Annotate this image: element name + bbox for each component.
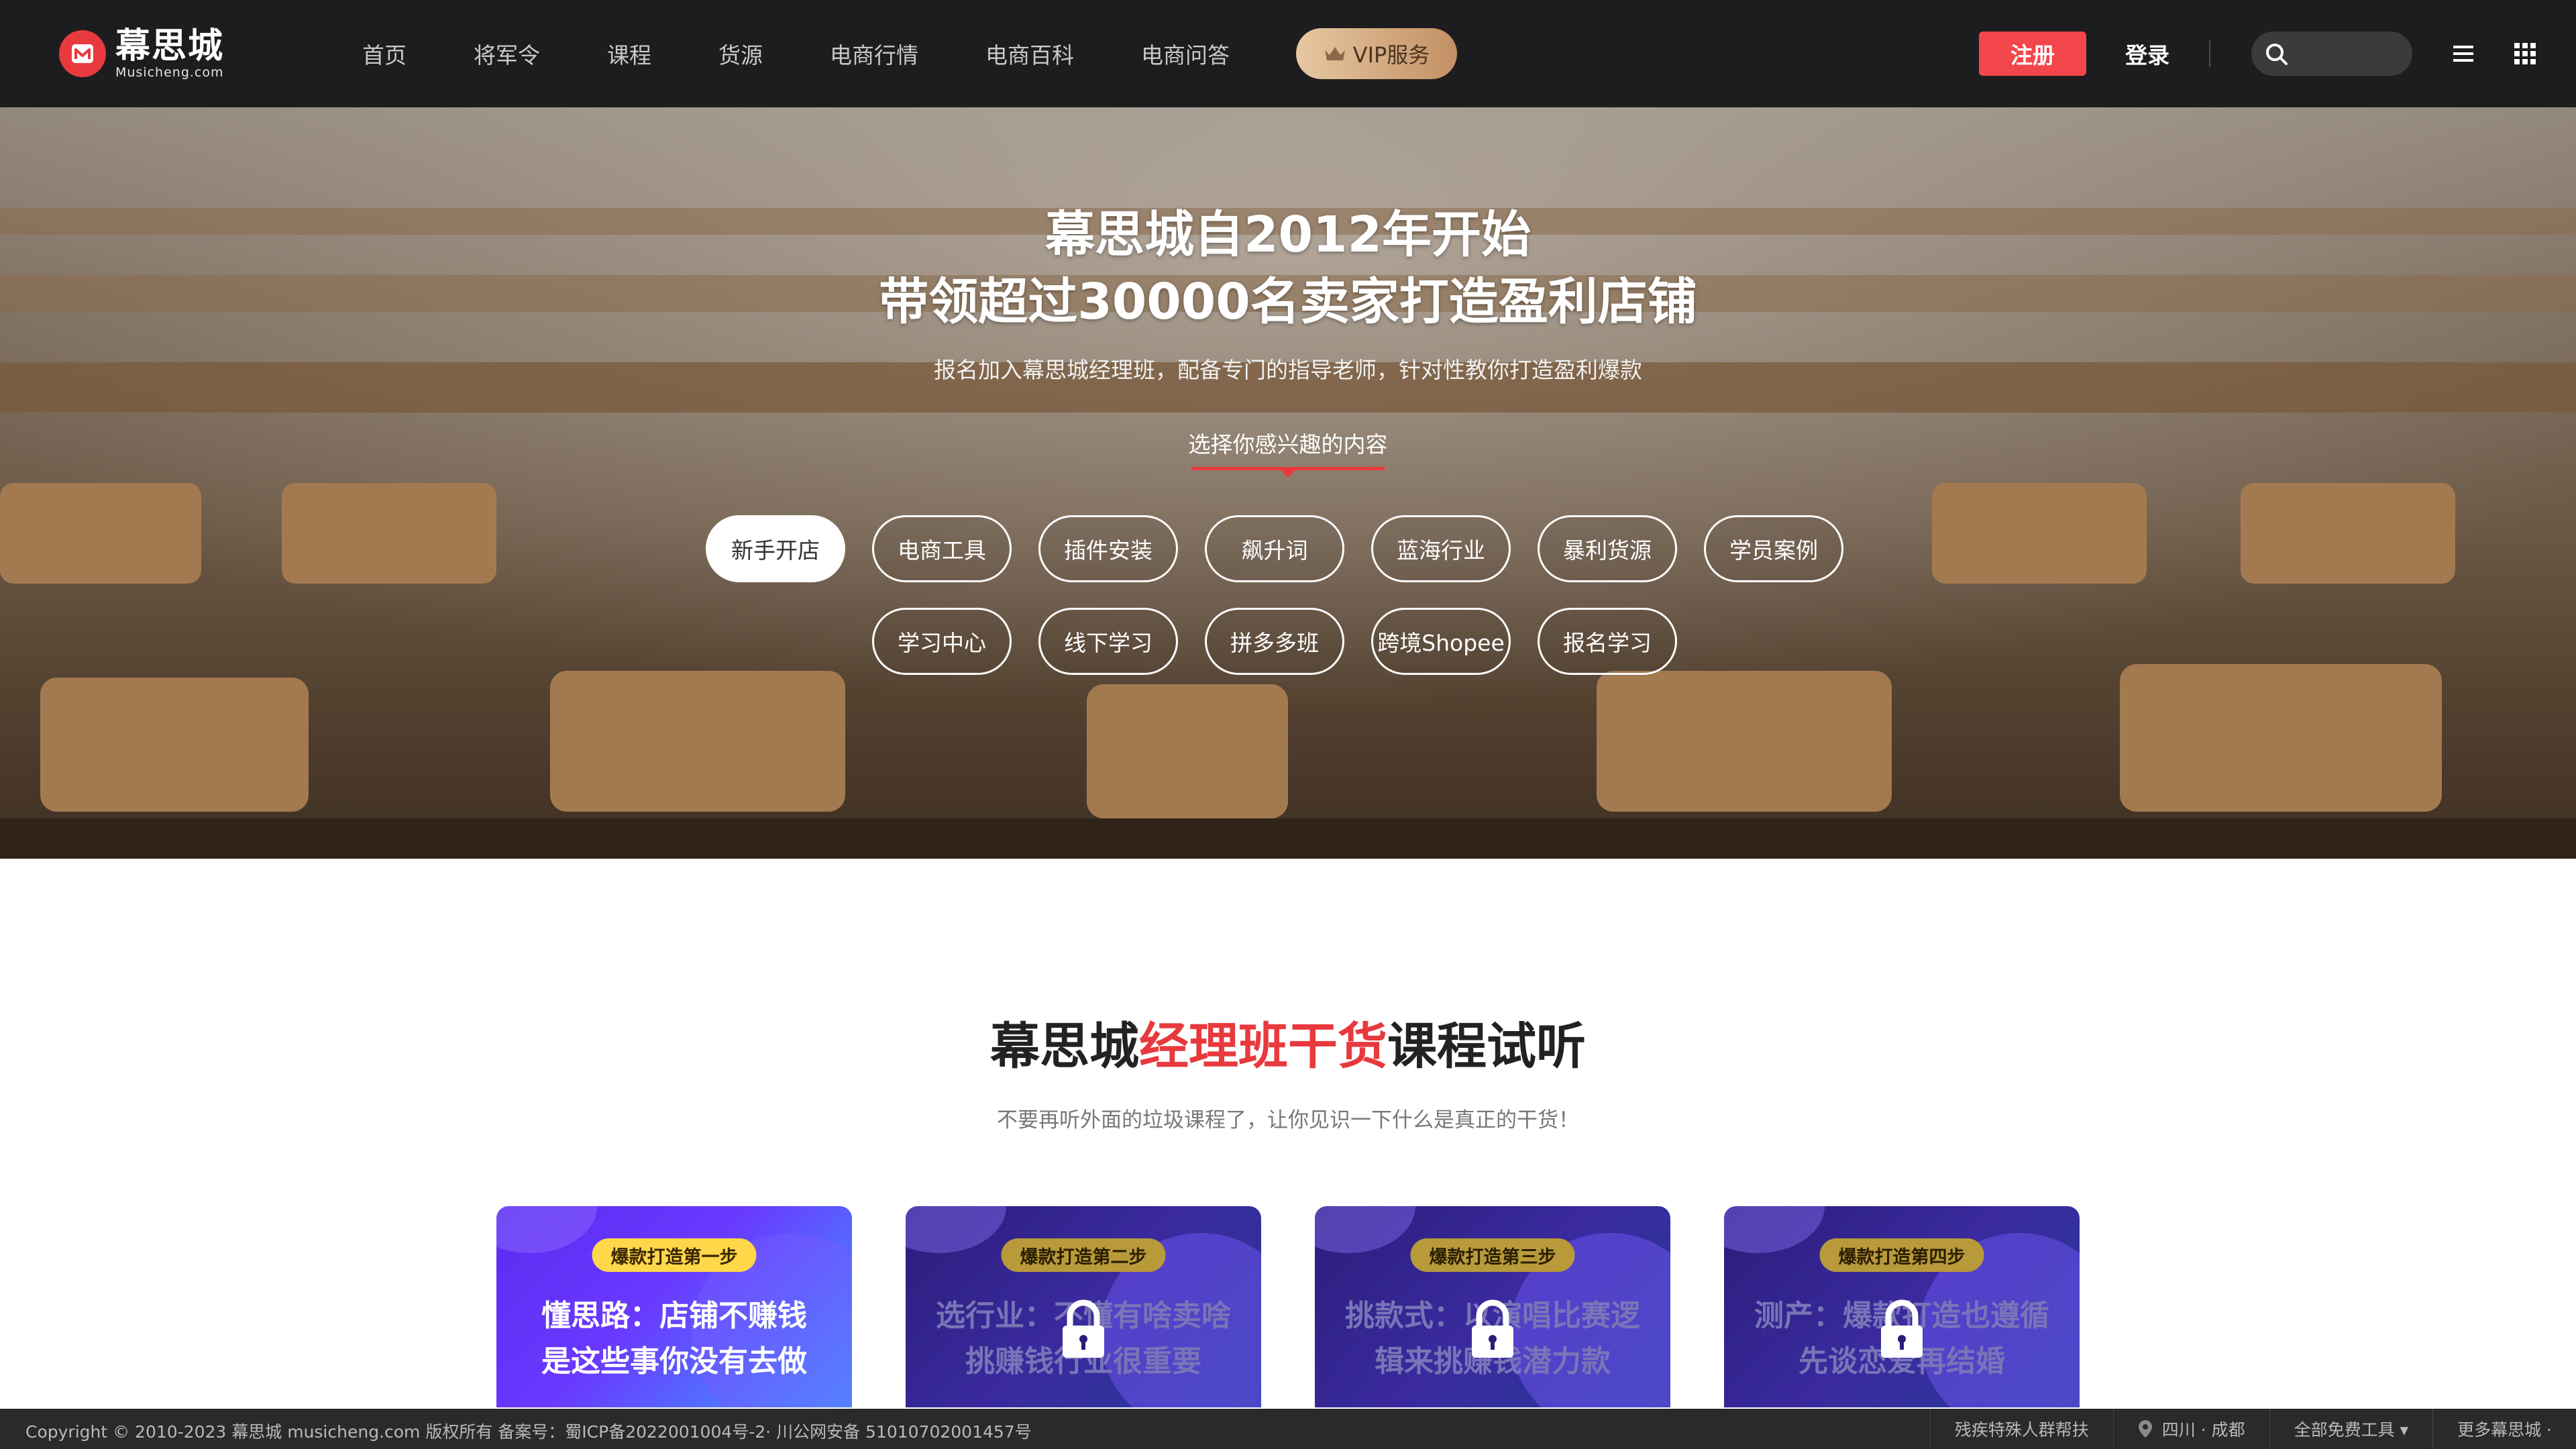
tag-cross-border-shopee[interactable]: 跨境Shopee xyxy=(1371,608,1511,675)
card-decoration xyxy=(496,1206,597,1253)
top-header: 幕思城 Musicheng.com 首页 将军令 课程 货源 电商行情 电商百科… xyxy=(0,0,2576,107)
lock-icon xyxy=(1472,1299,1513,1358)
menu-icon[interactable] xyxy=(2451,42,2475,66)
logo-text-cn: 幕思城 xyxy=(115,25,225,66)
card-step-badge: 爆款打造第二步 xyxy=(1001,1238,1166,1272)
tag-learning-center[interactable]: 学习中心 xyxy=(872,608,1012,675)
footer-location-label: 四川 · 成都 xyxy=(2161,1420,2245,1440)
card-title-line1: 懂思路：店铺不赚钱 xyxy=(541,1299,807,1333)
hero-title: 幕思城自2012年开始 带领超过30000名卖家打造盈利店铺 xyxy=(0,201,2576,335)
card-title-line2: 是这些事你没有去做 xyxy=(541,1344,807,1379)
footer-location[interactable]: 四川 · 成都 xyxy=(2112,1409,2269,1449)
register-button[interactable]: 注册 xyxy=(1979,32,2086,76)
lock-icon xyxy=(1881,1299,1923,1358)
card-step-badge: 爆款打造第三步 xyxy=(1410,1238,1575,1272)
vip-label: VIP服务 xyxy=(1352,42,1430,68)
lock-icon xyxy=(1063,1299,1104,1358)
vip-service-button[interactable]: VIP服务 xyxy=(1296,28,1457,79)
search-icon xyxy=(2266,44,2288,65)
card-decoration xyxy=(1724,1206,1825,1253)
course-card-2[interactable]: 爆款打造第二步 选行业：不懂有啥卖啥 挑赚钱行业很重要 xyxy=(906,1206,1261,1407)
tag-enroll[interactable]: 报名学习 xyxy=(1538,608,1677,675)
crown-icon xyxy=(1324,47,1345,60)
course-card-4[interactable]: 爆款打造第四步 测产：爆款打造也遵循 先谈恋爱再结婚 xyxy=(1724,1206,2080,1407)
hero-subtitle: 报名加入幕思城经理班，配备专门的指导老师，针对性教你打造盈利爆款 xyxy=(934,357,1642,383)
section-title-highlight: 经理班干货 xyxy=(1139,1018,1387,1075)
nav-wiki[interactable]: 电商百科 xyxy=(985,38,1074,70)
tag-offline-learning[interactable]: 线下学习 xyxy=(1038,608,1178,675)
tag-pinduoduo-class[interactable]: 拼多多班 xyxy=(1205,608,1344,675)
section-subtitle: 不要再听外面的垃圾课程了，让你见识一下什么是真正的干货！ xyxy=(997,1108,1579,1132)
section-title-prefix: 幕思城 xyxy=(990,1018,1139,1075)
hero-banner: 幕思城自2012年开始 带领超过30000名卖家打造盈利店铺 报名加入幕思城经理… xyxy=(0,107,2576,859)
tag-plugin-install[interactable]: 插件安装 xyxy=(1038,515,1178,582)
footer-link-accessibility[interactable]: 残疾特殊人群帮扶 xyxy=(1929,1409,2113,1449)
interest-picker-label: 选择你感兴趣的内容 xyxy=(1188,431,1388,458)
section-title: 幕思城经理班干货课程试听 xyxy=(0,1006,2576,1078)
nav-qa[interactable]: 电商问答 xyxy=(1141,38,1230,70)
location-pin-icon xyxy=(2138,1420,2152,1438)
nav-supply[interactable]: 货源 xyxy=(718,38,763,70)
course-card-1[interactable]: 爆款打造第一步 懂思路：店铺不赚钱 是这些事你没有去做 xyxy=(496,1206,852,1407)
search-input[interactable] xyxy=(2251,32,2412,76)
hero-title-line1: 幕思城自2012年开始 xyxy=(1045,206,1531,264)
nav-market[interactable]: 电商行情 xyxy=(830,38,918,70)
tag-student-cases[interactable]: 学员案例 xyxy=(1704,515,1843,582)
tag-rising-keywords[interactable]: 飙升词 xyxy=(1205,515,1344,582)
copyright-text: Copyright © 2010-2023 幕思城 musicheng.com … xyxy=(25,1422,1032,1442)
logo-text-en: Musicheng.com xyxy=(115,64,224,80)
course-card-3[interactable]: 爆款打造第三步 挑款式：以演唱比赛逻 辑来挑赚钱潜力款 xyxy=(1315,1206,1670,1407)
card-step-badge: 爆款打造第一步 xyxy=(592,1238,757,1272)
picker-caret-icon xyxy=(1280,470,1296,478)
card-decoration xyxy=(906,1206,1006,1253)
nav-home[interactable]: 首页 xyxy=(362,38,407,70)
header-divider xyxy=(2209,40,2210,67)
hero-title-line2: 带领超过30000名卖家打造盈利店铺 xyxy=(879,273,1697,331)
card-decoration xyxy=(1315,1206,1415,1253)
site-logo[interactable]: 幕思城 Musicheng.com xyxy=(59,25,224,82)
tag-ecom-tools[interactable]: 电商工具 xyxy=(872,515,1012,582)
tag-profit-supply[interactable]: 暴利货源 xyxy=(1538,515,1677,582)
nav-jiangjunling[interactable]: 将军令 xyxy=(474,38,540,70)
section-title-suffix: 课程试听 xyxy=(1387,1018,1586,1075)
nav-courses[interactable]: 课程 xyxy=(607,38,651,70)
main-nav: 首页 将军令 课程 货源 电商行情 电商百科 电商问答 xyxy=(362,0,1297,107)
footer-link-free-tools[interactable]: 全部免费工具 ▾ xyxy=(2269,1409,2433,1449)
apps-grid-icon[interactable] xyxy=(2513,42,2537,66)
card-title: 懂思路：店铺不赚钱 是这些事你没有去做 xyxy=(496,1293,852,1385)
footer-bar: Copyright © 2010-2023 幕思城 musicheng.com … xyxy=(0,1409,2576,1449)
card-step-badge: 爆款打造第四步 xyxy=(1819,1238,1984,1272)
login-link[interactable]: 登录 xyxy=(2125,38,2169,70)
tag-new-store[interactable]: 新手开店 xyxy=(706,515,845,582)
footer-link-more[interactable]: 更多幕思城 · xyxy=(2432,1409,2576,1449)
tag-blue-ocean[interactable]: 蓝海行业 xyxy=(1371,515,1511,582)
logo-icon xyxy=(59,30,106,77)
footer-links: 残疾特殊人群帮扶 四川 · 成都 全部免费工具 ▾ 更多幕思城 · xyxy=(1929,1409,2576,1449)
